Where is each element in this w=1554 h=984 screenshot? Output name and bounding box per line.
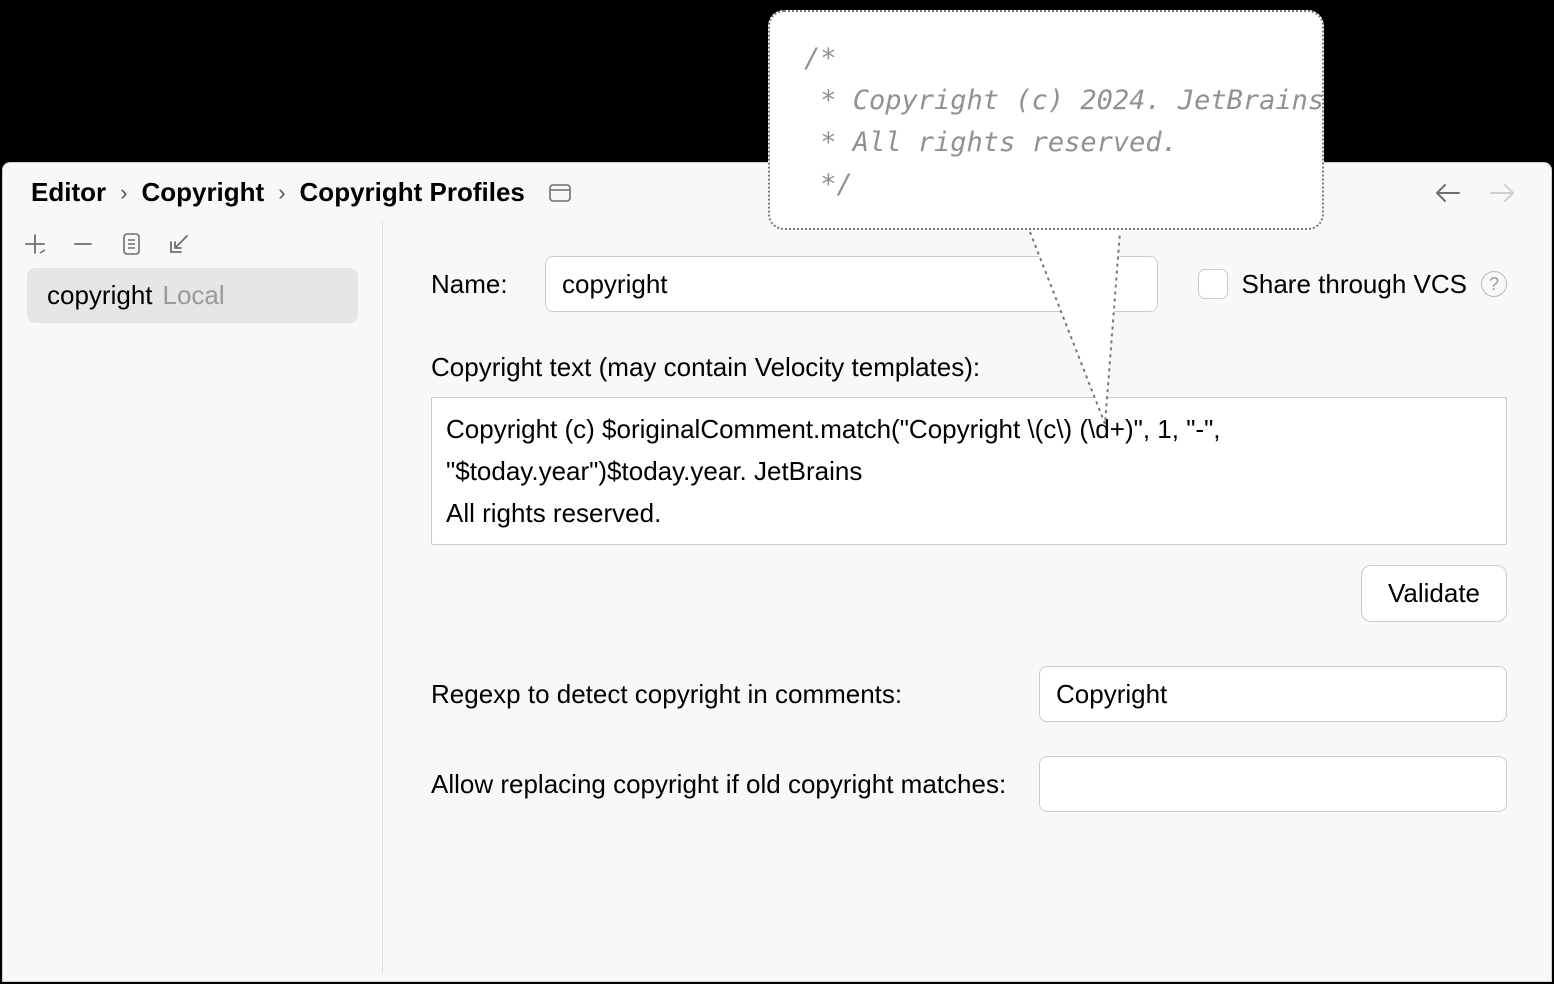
main-panel: Name: Share through VCS ? Copyright text… (383, 222, 1551, 974)
back-icon[interactable] (1433, 182, 1461, 204)
allow-replace-input[interactable] (1039, 756, 1507, 812)
profile-list: copyright Local (3, 268, 382, 323)
allow-replace-label: Allow replacing copyright if old copyrig… (431, 769, 1019, 800)
window-icon[interactable] (549, 184, 571, 202)
profile-badge: Local (163, 280, 225, 311)
share-vcs-label: Share through VCS (1242, 269, 1467, 300)
name-label: Name: (431, 269, 523, 300)
preview-tooltip: /* * Copyright (c) 2024. JetBrains * All… (768, 10, 1324, 230)
breadcrumb-editor[interactable]: Editor (31, 177, 106, 208)
copy-icon[interactable] (119, 232, 143, 256)
forward-icon (1489, 182, 1517, 204)
help-icon[interactable]: ? (1481, 271, 1507, 297)
breadcrumb-copyright[interactable]: Copyright (141, 177, 264, 208)
copyright-text-label: Copyright text (may contain Velocity tem… (431, 352, 1507, 383)
profile-name: copyright (47, 280, 153, 311)
preview-text: /* * Copyright (c) 2024. JetBrains * All… (804, 38, 1288, 206)
import-icon[interactable] (167, 232, 191, 256)
sidebar-toolbar (3, 222, 382, 268)
regexp-label: Regexp to detect copyright in comments: (431, 679, 1019, 710)
name-input[interactable] (545, 256, 1158, 312)
validate-button[interactable]: Validate (1361, 565, 1507, 622)
chevron-right-icon: › (278, 180, 285, 206)
chevron-right-icon: › (120, 180, 127, 206)
copyright-text-editor[interactable]: Copyright (c) $originalComment.match("Co… (431, 397, 1507, 545)
sidebar: copyright Local (3, 222, 383, 974)
settings-window: Editor › Copyright › Copyright Profiles (2, 162, 1552, 982)
share-vcs-checkbox[interactable] (1198, 269, 1228, 299)
add-icon[interactable] (23, 232, 47, 256)
nav-arrows (1433, 182, 1523, 204)
regexp-input[interactable] (1039, 666, 1507, 722)
remove-icon[interactable] (71, 232, 95, 256)
breadcrumb-copyright-profiles[interactable]: Copyright Profiles (300, 177, 525, 208)
profile-item-copyright[interactable]: copyright Local (27, 268, 358, 323)
breadcrumb: Editor › Copyright › Copyright Profiles (31, 177, 571, 208)
content-body: copyright Local Name: Share through VCS … (3, 222, 1551, 974)
